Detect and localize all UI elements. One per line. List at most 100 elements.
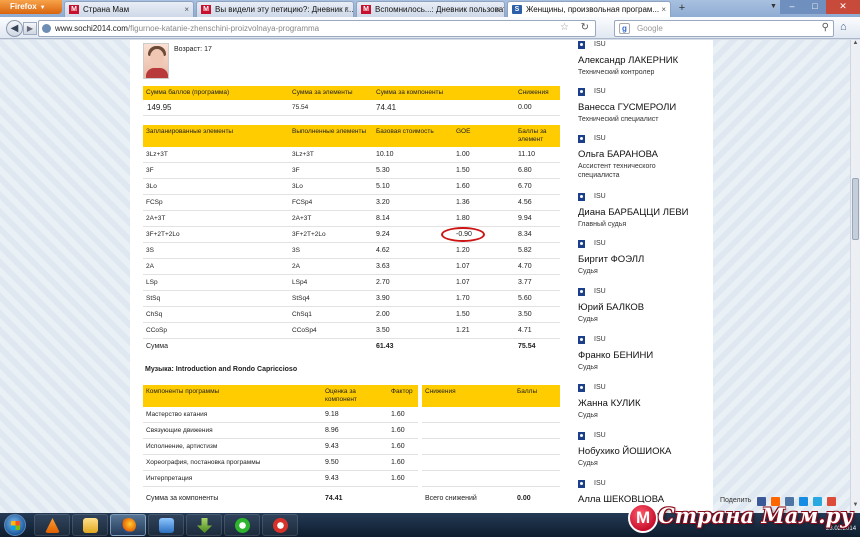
close-window-icon[interactable]: ✕ (826, 0, 860, 14)
scroll-up-icon[interactable]: ▲ (851, 40, 860, 50)
elements-header-executed: Выполненные элементы (292, 128, 367, 135)
element-base: 4.62 (376, 247, 390, 254)
vertical-scrollbar[interactable]: ▲ ▼ (850, 40, 860, 513)
official-card: ISU Жанна КУЛИК Судья (578, 383, 708, 431)
home-icon[interactable]: ⌂ (840, 21, 847, 33)
isu-flag-icon (578, 288, 585, 296)
taskbar-firefox[interactable] (110, 514, 146, 536)
element-base: 3.50 (376, 327, 390, 334)
component-row: Связующие движения 8.96 1.60 (143, 423, 418, 439)
windows-logo-icon (11, 521, 20, 530)
scrollbar-thumb[interactable] (852, 178, 859, 240)
address-bar[interactable]: www.sochi2014.com/figurnoe-katanie-zhens… (38, 20, 596, 37)
tab-diary[interactable]: M Вспомнилось...: Дневник пользоват... × (356, 1, 505, 17)
back-button[interactable]: ◀ (6, 20, 23, 37)
official-card: ISU Александр ЛАКЕРНИК Технический контрол… (578, 40, 708, 87)
tab-women-free-program[interactable]: S Женщины, произвольная програм... × (507, 1, 671, 17)
elements-header-score: Баллы за элемент (518, 128, 547, 143)
search-bar[interactable]: g Google ⚲ (614, 20, 834, 37)
summary-table: Сумма баллов (программа) Сумма за элемен… (143, 86, 560, 116)
element-base: 2.00 (376, 311, 390, 318)
maximize-icon[interactable]: □ (804, 0, 826, 14)
elements-header-planned: Запланированные элементы (146, 128, 234, 135)
element-planned: 3Lz+3T (146, 151, 168, 158)
officials-list: ISU Александр ЛАКЕРНИК Технический контрол… (566, 40, 713, 513)
taskbar-vlc[interactable] (34, 514, 70, 536)
official-card: ISU Нобухико ЙОШИОКА Судья (578, 431, 708, 479)
taskbar-mail-agent[interactable] (224, 514, 260, 536)
official-name: Биргит ФОЭЛЛ (578, 254, 645, 265)
isu-flag-icon (578, 336, 585, 344)
stranamam-favicon-icon: M (69, 5, 79, 14)
deductions-header: Снижения Баллы (422, 385, 560, 407)
search-icon[interactable]: ⚲ (822, 22, 829, 33)
element-score: 3.50 (518, 311, 532, 318)
tab-strana-mam[interactable]: M Страна Мам × (64, 1, 194, 17)
official-org-label: ISU (594, 336, 606, 343)
element-executed: 3F (292, 167, 300, 174)
summary-deductions-value: 0.00 (518, 104, 532, 111)
athlete-age: Возраст: 17 (174, 46, 212, 53)
element-executed: 3Lo (292, 183, 303, 190)
elements-total-score: 75.54 (518, 343, 536, 350)
element-score: 6.80 (518, 167, 532, 174)
element-row: ChSq ChSq1 2.00 1.50 3.50 (143, 307, 560, 323)
close-tab-icon[interactable]: × (495, 2, 500, 17)
official-name: Ванесса ГУСМЕРОЛИ (578, 102, 677, 113)
close-tab-icon[interactable]: × (344, 2, 349, 17)
elements-header-goe: GOE (456, 128, 471, 135)
element-score: 4.56 (518, 199, 532, 206)
component-name: Интерпретация (146, 475, 193, 482)
bookmark-star-icon[interactable]: ☆ (560, 22, 569, 33)
deductions-header-name: Снижения (425, 388, 456, 395)
close-tab-icon[interactable]: × (184, 2, 189, 17)
close-tab-icon[interactable]: × (661, 2, 666, 17)
element-base: 3.20 (376, 199, 390, 206)
taskbar-download[interactable] (186, 514, 222, 536)
official-card: ISU Ванесса ГУСМЕРОЛИ Технический специали… (578, 87, 708, 134)
summary-header-components: Сумма за компоненты (376, 89, 444, 96)
official-role: Судья (578, 412, 598, 419)
component-mark: 9.43 (325, 475, 339, 482)
search-input[interactable]: Google (637, 24, 663, 33)
element-executed: 2A+3T (292, 215, 312, 222)
components-header: Компоненты программы Оценка за компонент… (143, 385, 418, 407)
element-score: 9.94 (518, 215, 532, 222)
element-goe: 1.21 (456, 327, 470, 334)
watermark: Страна Мам.ру (618, 501, 858, 535)
element-row: StSq StSq4 3.90 1.70 5.60 (143, 291, 560, 307)
element-base: 10.10 (376, 151, 394, 158)
official-role: Судья (578, 364, 598, 371)
taskbar-ccleaner[interactable] (262, 514, 298, 536)
official-name: Франко БЕНИНИ (578, 350, 654, 361)
new-tab-button[interactable]: + (673, 2, 691, 16)
element-row: 3S 3S 4.62 1.20 5.82 (143, 243, 560, 259)
reload-icon[interactable]: ↻ (581, 22, 589, 33)
component-name: Мастерство катания (146, 411, 208, 418)
elements-total-base: 61.43 (376, 343, 394, 350)
forward-button[interactable]: ▶ (23, 22, 37, 35)
taskbar-explorer[interactable] (72, 514, 108, 536)
media-icon (159, 518, 174, 533)
official-org-label: ISU (594, 384, 606, 391)
official-org-label: ISU (594, 240, 606, 247)
element-base: 3.90 (376, 295, 390, 302)
url-text[interactable]: www.sochi2014.com/figurnoe-katanie-zhens… (55, 24, 319, 33)
list-all-tabs-icon[interactable]: ▼ (770, 3, 777, 10)
firefox-menu-button[interactable]: Firefox ▼ (0, 0, 62, 14)
start-button[interactable] (4, 514, 26, 536)
element-base: 5.30 (376, 167, 390, 174)
tab-petition[interactable]: M Вы видели эту петицию?: Дневник г... × (196, 1, 354, 17)
element-row: 2A+3T 2A+3T 8.14 1.80 9.94 (143, 211, 560, 227)
taskbar-media[interactable] (148, 514, 184, 536)
official-name: Диана БАРБАЦЦИ ЛЕВИ (578, 207, 689, 218)
element-planned: 2A (146, 263, 154, 270)
element-executed: FCSp4 (292, 199, 313, 206)
google-icon[interactable]: g (619, 23, 630, 34)
minimize-icon[interactable]: – (780, 0, 804, 14)
summary-elements-value: 75.54 (292, 104, 309, 111)
goe-highlight-circle (441, 227, 485, 242)
elements-total-label: Сумма (146, 343, 168, 350)
component-mark: 9.50 (325, 459, 339, 466)
components-table: Компоненты программы Оценка за компонент… (143, 385, 418, 511)
